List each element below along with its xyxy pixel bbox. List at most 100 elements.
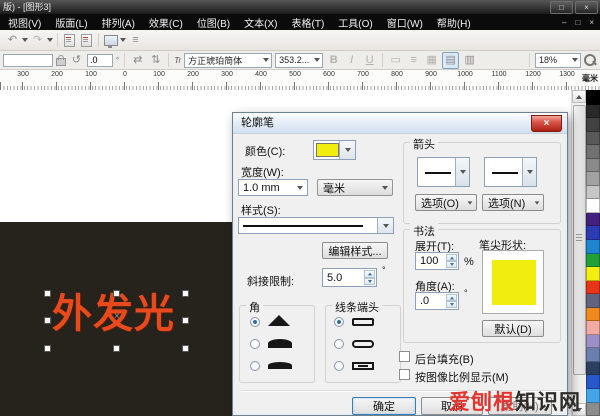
menu-item[interactable]: 位图(B) xyxy=(190,15,237,30)
application-launcher-icon[interactable] xyxy=(103,33,118,48)
palette-swatch[interactable] xyxy=(586,118,600,132)
menu-item[interactable]: 排列(A) xyxy=(95,15,142,30)
dialog-title[interactable]: 轮廓笔 xyxy=(233,113,567,134)
palette-swatch[interactable] xyxy=(586,280,600,295)
selection-handle[interactable] xyxy=(182,290,189,297)
selection-handle[interactable] xyxy=(182,317,189,324)
restore-button[interactable]: □ xyxy=(550,1,573,14)
rotation-center-icon[interactable]: × xyxy=(114,312,120,322)
drop-cap-icon[interactable]: ▦ xyxy=(424,53,439,68)
palette-swatch[interactable] xyxy=(586,158,600,173)
redo-icon[interactable]: ↷ xyxy=(30,33,45,48)
menu-item[interactable]: 文本(X) xyxy=(237,15,284,30)
menu-item[interactable]: 版面(L) xyxy=(48,15,94,30)
font-family-select[interactable]: 方正琥珀简体 xyxy=(184,52,273,68)
canvas-area[interactable]: 外发光 × 轮廓笔 × 颜色(C): 宽度(W): 1.0 mm 毫米 样式(S… xyxy=(0,90,600,416)
palette-swatch[interactable] xyxy=(586,90,600,105)
palette-swatch[interactable] xyxy=(586,212,600,227)
palette-swatch[interactable] xyxy=(586,172,600,186)
palette-swatch[interactable] xyxy=(586,185,600,200)
cap-round-radio[interactable] xyxy=(334,339,344,349)
rotation-input[interactable] xyxy=(87,53,113,67)
palette-swatch[interactable] xyxy=(586,294,600,308)
angle-spinner[interactable]: .0 xyxy=(415,292,459,310)
miter-limit-spinner[interactable]: 5.0 xyxy=(322,268,377,287)
font-size-select[interactable]: 353.2... xyxy=(275,52,324,68)
options-n-button[interactable]: 选项(N) xyxy=(482,194,544,211)
selection-handle[interactable] xyxy=(44,345,51,352)
options-o-button[interactable]: 选项(O) xyxy=(415,194,477,211)
doc-minimize-button[interactable]: – xyxy=(562,18,566,27)
nib-preview-box[interactable] xyxy=(482,250,544,314)
snap-options-icon[interactable]: ≡ xyxy=(128,33,143,48)
lock-ratio-icon[interactable] xyxy=(56,55,66,66)
palette-swatch[interactable] xyxy=(586,267,600,281)
menu-item[interactable]: 效果(C) xyxy=(142,15,190,30)
width-unit-select[interactable]: 毫米 xyxy=(317,179,393,196)
menu-item[interactable]: 视图(V) xyxy=(1,15,48,30)
rotate-icon[interactable]: ↺ xyxy=(69,53,84,68)
corner-miter-radio[interactable] xyxy=(250,317,260,327)
cap-square-radio[interactable] xyxy=(334,361,344,371)
menu-item[interactable]: 表格(T) xyxy=(285,15,332,30)
palette-swatch[interactable] xyxy=(586,226,600,241)
redo-dropdown-icon[interactable] xyxy=(47,38,53,42)
italic-button[interactable]: I xyxy=(344,53,359,68)
zoom-level-select[interactable]: 18% xyxy=(535,52,581,68)
palette-swatch[interactable] xyxy=(586,348,600,362)
doc-restore-button[interactable]: □ xyxy=(575,18,580,27)
palette-swatch[interactable] xyxy=(586,131,600,146)
close-button[interactable]: × xyxy=(575,1,598,14)
start-arrow-dropdown-icon[interactable] xyxy=(455,158,469,186)
default-button[interactable]: 默认(D) xyxy=(482,320,544,337)
line-style-select[interactable] xyxy=(238,217,394,234)
end-arrow-select[interactable] xyxy=(484,157,537,187)
palette-swatch[interactable] xyxy=(586,145,600,159)
spin-down-icon[interactable] xyxy=(364,277,375,285)
selection-handle[interactable] xyxy=(113,345,120,352)
spin-up-icon[interactable] xyxy=(364,270,375,278)
spin-down-icon[interactable] xyxy=(446,301,457,308)
horizontal-ruler[interactable]: 300 200 100 0 100 200 300 400 500 600 700 800 900 100… xyxy=(0,70,600,91)
width-select[interactable]: 1.0 mm xyxy=(238,179,308,196)
palette-swatch[interactable] xyxy=(586,334,600,349)
menu-item[interactable]: 帮助(H) xyxy=(430,15,478,30)
palette-swatch[interactable] xyxy=(586,402,600,416)
stretch-spinner[interactable]: 100 xyxy=(415,252,459,270)
menu-item[interactable]: 窗口(W) xyxy=(380,15,430,30)
vertical-text-button[interactable]: ▥ xyxy=(462,53,477,68)
vertical-scrollbar[interactable] xyxy=(571,90,586,416)
palette-swatch[interactable] xyxy=(586,321,600,335)
launcher-dropdown-icon[interactable] xyxy=(120,38,126,42)
outline-color-select[interactable] xyxy=(313,140,356,160)
doc-close-button[interactable]: × xyxy=(589,18,594,27)
underline-button[interactable]: U xyxy=(362,53,377,68)
selection-handle[interactable] xyxy=(44,290,51,297)
palette-swatch[interactable] xyxy=(586,389,600,403)
start-arrow-select[interactable] xyxy=(417,157,470,187)
end-arrow-dropdown-icon[interactable] xyxy=(522,158,536,186)
palette-swatch[interactable] xyxy=(586,361,600,376)
palette-swatch[interactable] xyxy=(586,253,600,268)
palette-swatch[interactable] xyxy=(586,307,600,322)
mirror-vertical-icon[interactable]: ⇅ xyxy=(148,53,163,68)
scroll-up-button[interactable] xyxy=(572,90,586,103)
scrollbar-thumb[interactable] xyxy=(573,105,586,375)
cap-butt-radio[interactable] xyxy=(334,317,344,327)
horizontal-text-button[interactable]: ▤ xyxy=(442,51,460,69)
mirror-horizontal-icon[interactable]: ⇄ xyxy=(130,53,145,68)
bold-button[interactable]: B xyxy=(326,53,341,68)
export-icon[interactable] xyxy=(79,33,94,48)
ok-button[interactable]: 确定 xyxy=(352,397,416,415)
import-icon[interactable] xyxy=(62,33,77,48)
zoom-tool-icon[interactable] xyxy=(584,54,596,66)
selection-handle[interactable] xyxy=(182,345,189,352)
spin-up-icon[interactable] xyxy=(446,294,457,301)
color-dropdown-icon[interactable] xyxy=(339,141,355,159)
corner-round-radio[interactable] xyxy=(250,339,260,349)
behind-fill-checkbox[interactable] xyxy=(399,351,410,362)
menu-item[interactable]: 工具(O) xyxy=(331,15,379,30)
undo-icon[interactable]: ↶ xyxy=(5,33,20,48)
scale-with-image-checkbox[interactable] xyxy=(399,369,410,380)
edit-style-button[interactable]: 编辑样式... xyxy=(322,242,388,259)
